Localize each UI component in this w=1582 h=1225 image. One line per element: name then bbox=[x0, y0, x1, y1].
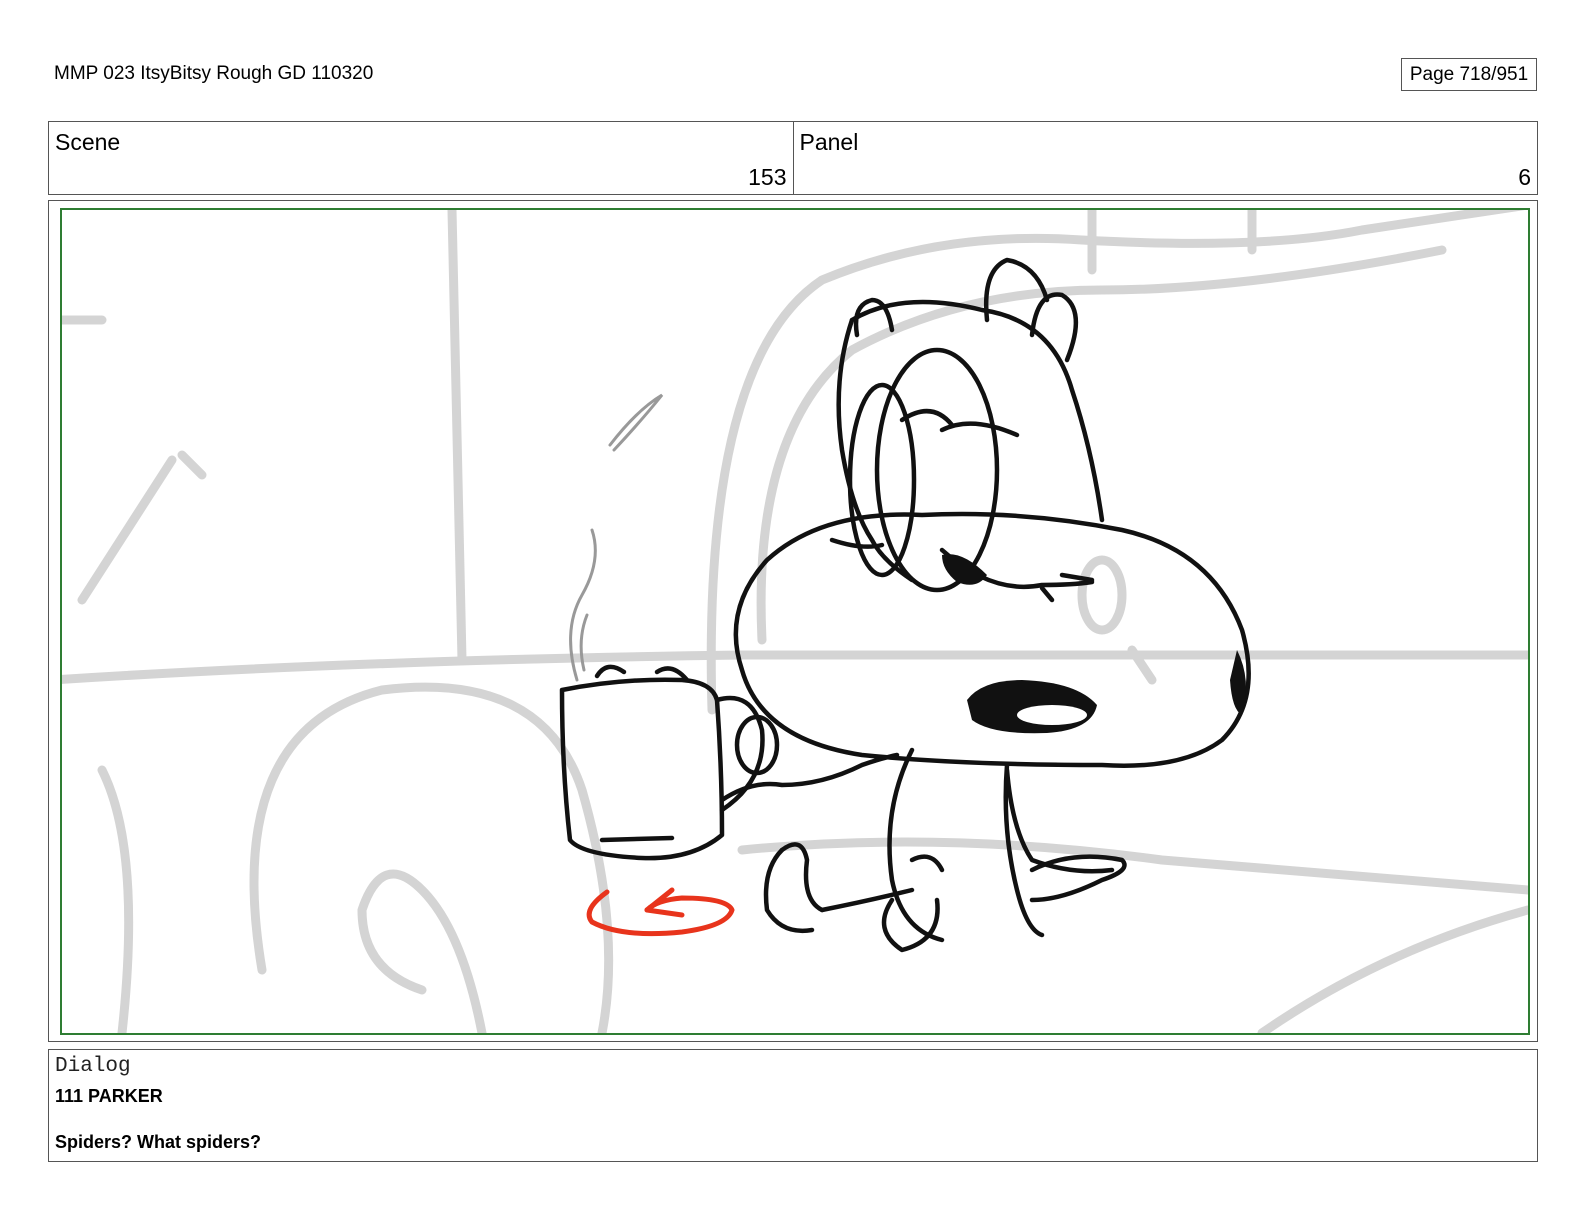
scene-label: Scene bbox=[55, 129, 121, 155]
storyboard-drawing bbox=[62, 210, 1528, 1033]
dialog-label: Dialog bbox=[55, 1055, 131, 1078]
scene-panel-header: Scene 153 Panel 6 bbox=[48, 121, 1538, 195]
document-title: MMP 023 ItsyBitsy Rough GD 110320 bbox=[54, 63, 374, 84]
scene-cell: Scene 153 bbox=[49, 122, 793, 194]
nose-tip bbox=[1230, 650, 1246, 715]
steam-lines bbox=[569, 393, 664, 682]
character-mouth bbox=[967, 680, 1097, 734]
dialog-speaker: 111 PARKER bbox=[55, 1086, 163, 1106]
scene-number: 153 bbox=[748, 164, 787, 190]
dialog-box: Dialog 111 PARKER Spiders? What spiders? bbox=[48, 1049, 1538, 1162]
panel-label: Panel bbox=[799, 129, 859, 155]
mouth-highlight bbox=[1017, 705, 1087, 725]
storyboard-frame bbox=[60, 208, 1530, 1035]
character-eyelid bbox=[942, 554, 987, 585]
panel-number: 6 bbox=[1518, 164, 1531, 190]
dialog-line: Spiders? What spiders? bbox=[55, 1132, 262, 1152]
page-number-box: Page 718/951 bbox=[1401, 58, 1537, 91]
panel-cell: Panel 6 bbox=[792, 122, 1538, 194]
background-sketch bbox=[62, 210, 1528, 1033]
